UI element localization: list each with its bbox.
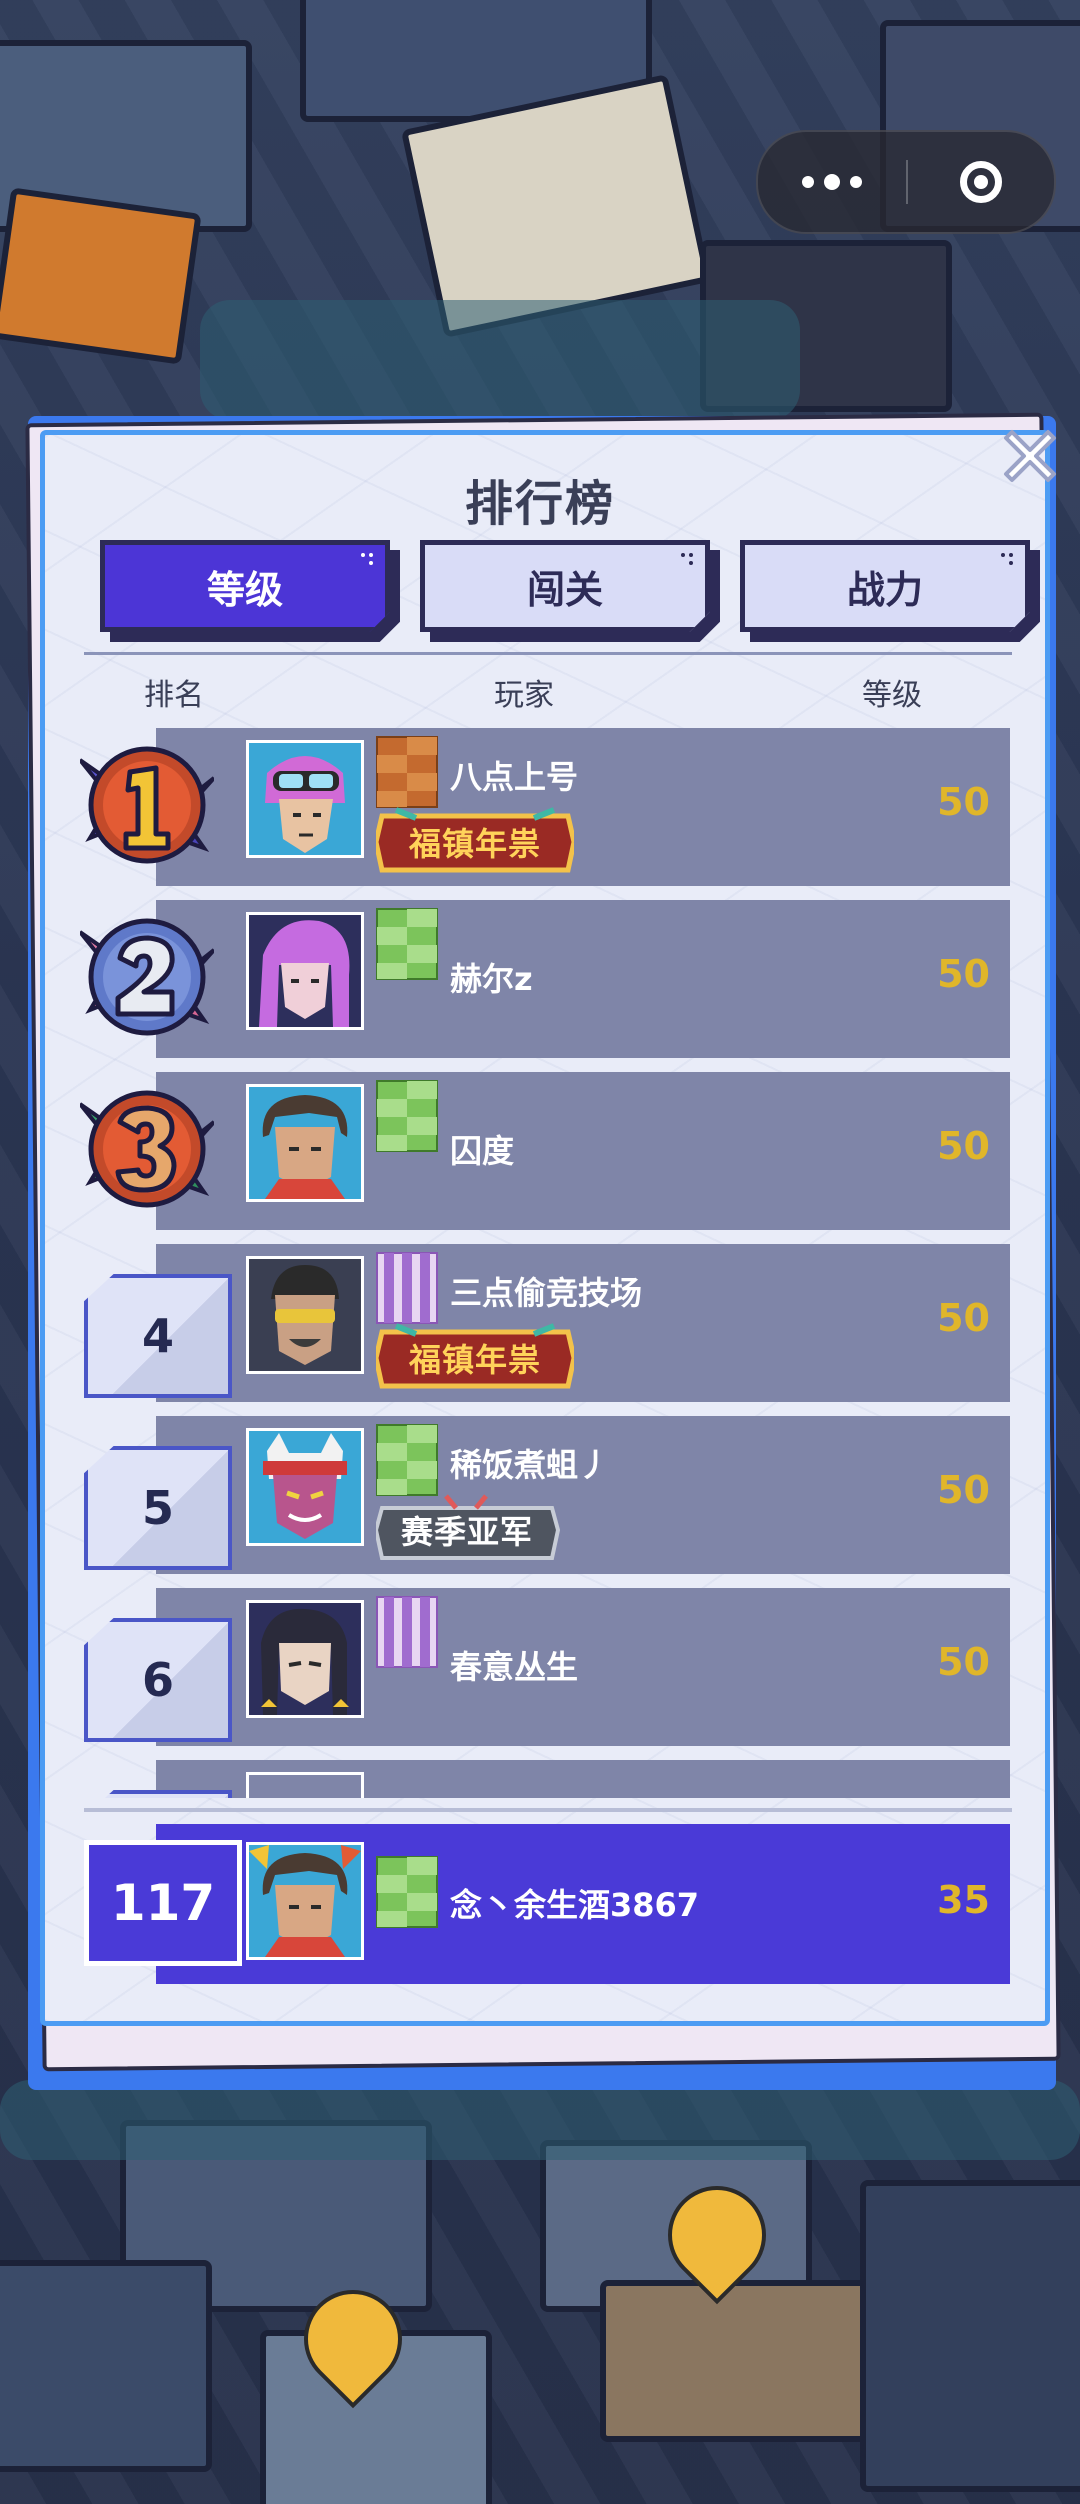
player-name: 赫尔z: [450, 960, 533, 998]
column-header-player: 玩家: [494, 678, 554, 713]
badge-label: 福镇年祟: [408, 825, 541, 863]
target-circle-icon[interactable]: [908, 132, 1054, 232]
column-header-rank: 排名: [144, 678, 204, 713]
leaderboard-list[interactable]: 八点上号 福镇年祟 50 赫尔z 50 囚度 50 4 三点偷竞技场 福镇年祟 …: [60, 720, 1020, 1798]
avatar[interactable]: [246, 1772, 364, 1798]
header-divider: [84, 652, 1012, 655]
tier-purple-icon: [376, 1596, 438, 1668]
tier-green-icon: [376, 1856, 438, 1928]
dots-decoration-icon: [1001, 553, 1015, 567]
player-name: 八点上号: [450, 758, 579, 796]
avatar[interactable]: [246, 1084, 364, 1202]
avatar[interactable]: [246, 1600, 364, 1718]
tab-stages[interactable]: 闯关: [420, 540, 710, 632]
list-divider: [84, 1808, 1012, 1812]
title-badge: 赛季亚军: [376, 1494, 574, 1566]
rank-badge: [84, 1790, 232, 1798]
avatar[interactable]: [246, 740, 364, 858]
level-value: 50: [937, 780, 990, 824]
list-item[interactable]: 八点上号 福镇年祟 50: [60, 720, 1020, 886]
miniprogram-capsule: [756, 130, 1056, 234]
more-dots-icon[interactable]: [758, 132, 906, 232]
avatar[interactable]: [246, 1428, 364, 1546]
rank-badge: 6: [84, 1618, 232, 1742]
list-item[interactable]: 4 三点偷竞技场 福镇年祟 50: [60, 1236, 1020, 1402]
my-rank-row[interactable]: 117 念丶余生酒3867 35: [60, 1816, 1020, 1990]
title-badge: 福镇年祟: [376, 1322, 574, 1394]
dots-decoration-icon: [681, 553, 695, 567]
player-name: 囚度: [450, 1132, 515, 1170]
player-name: 念丶余生酒3867: [450, 1886, 700, 1924]
player-name: 稀饭煮蛆丿: [450, 1446, 611, 1484]
level-value: 35: [937, 1878, 990, 1922]
rank-badge: 4: [84, 1274, 232, 1398]
rank-badge: 5: [84, 1446, 232, 1570]
level-value: 50: [937, 1296, 990, 1340]
badge-label: 赛季亚军: [400, 1513, 533, 1551]
tab-label: 等级: [206, 567, 283, 612]
player-name: 三点偷竞技场: [450, 1274, 643, 1312]
tab-label: 闯关: [526, 567, 603, 612]
rank-number: 6: [141, 1653, 174, 1707]
title-badge: 福镇年祟: [376, 806, 574, 878]
tab-level[interactable]: 等级: [100, 540, 390, 632]
list-item[interactable]: 囚度 50: [60, 1064, 1020, 1230]
badge-label: 福镇年祟: [408, 1341, 541, 1379]
tier-purple-icon: [376, 1252, 438, 1324]
tier-green-icon: [376, 1424, 438, 1496]
rank-number: 4: [141, 1309, 174, 1363]
tier-bronze-icon: [376, 736, 438, 808]
column-header-level: 等级: [862, 678, 922, 713]
list-item[interactable]: 5 稀饭煮蛆丿 赛季亚军 50: [60, 1408, 1020, 1574]
level-value: 50: [937, 1468, 990, 1512]
list-item[interactable]: 赫尔z 50: [60, 892, 1020, 1058]
rank-number: 5: [141, 1481, 174, 1535]
tier-green-icon: [376, 908, 438, 980]
silver-medal-icon: [78, 910, 216, 1044]
rank-badge: 117: [84, 1840, 242, 1966]
dots-decoration-icon: [361, 553, 375, 567]
avatar[interactable]: [246, 912, 364, 1030]
page-title: 排行榜: [464, 476, 615, 532]
list-item[interactable]: 6 春意丛生 50: [60, 1580, 1020, 1746]
tab-label: 战力: [846, 567, 923, 612]
rank-number: 117: [110, 1874, 216, 1932]
tier-green-icon: [376, 1080, 438, 1152]
level-value: 50: [937, 1640, 990, 1684]
gold-medal-icon: [78, 738, 216, 872]
avatar[interactable]: [246, 1842, 364, 1960]
level-value: 50: [937, 1124, 990, 1168]
tab-power[interactable]: 战力: [740, 540, 1030, 632]
player-name: 春意丛生: [450, 1648, 579, 1686]
level-value: 50: [937, 952, 990, 996]
bronze-medal-icon: [78, 1082, 216, 1216]
avatar[interactable]: [246, 1256, 364, 1374]
list-item[interactable]: [60, 1752, 1020, 1798]
